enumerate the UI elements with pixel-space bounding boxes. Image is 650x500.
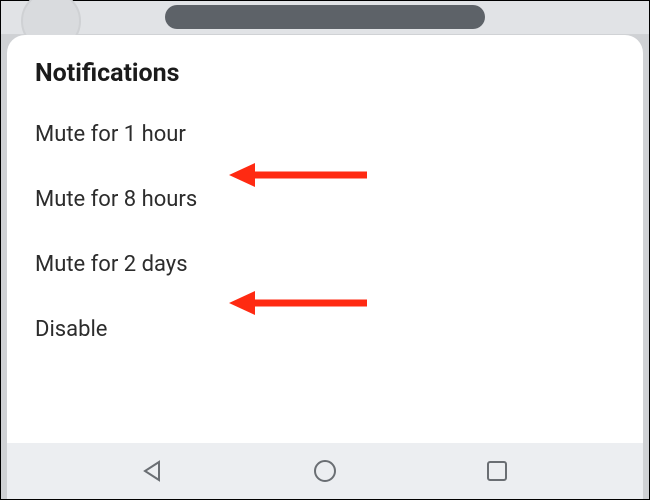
sheet-title: Notifications — [35, 59, 615, 88]
option-mute-2-days[interactable]: Mute for 2 days — [35, 244, 615, 285]
notifications-bottom-sheet: Notifications Mute for 1 hour Mute for 8… — [7, 35, 643, 443]
home-circle-icon — [312, 458, 338, 484]
recent-square-icon — [485, 459, 509, 483]
nav-home-button[interactable] — [295, 451, 355, 491]
back-triangle-icon — [141, 459, 165, 483]
dimmed-background-header — [1, 1, 649, 35]
option-disable[interactable]: Disable — [35, 309, 615, 350]
nav-back-button[interactable] — [123, 451, 183, 491]
option-mute-1-hour[interactable]: Mute for 1 hour — [35, 114, 615, 155]
nav-recent-button[interactable] — [467, 451, 527, 491]
header-pill-placeholder — [165, 5, 485, 29]
option-mute-8-hours[interactable]: Mute for 8 hours — [35, 179, 615, 220]
android-navigation-bar — [7, 443, 643, 499]
